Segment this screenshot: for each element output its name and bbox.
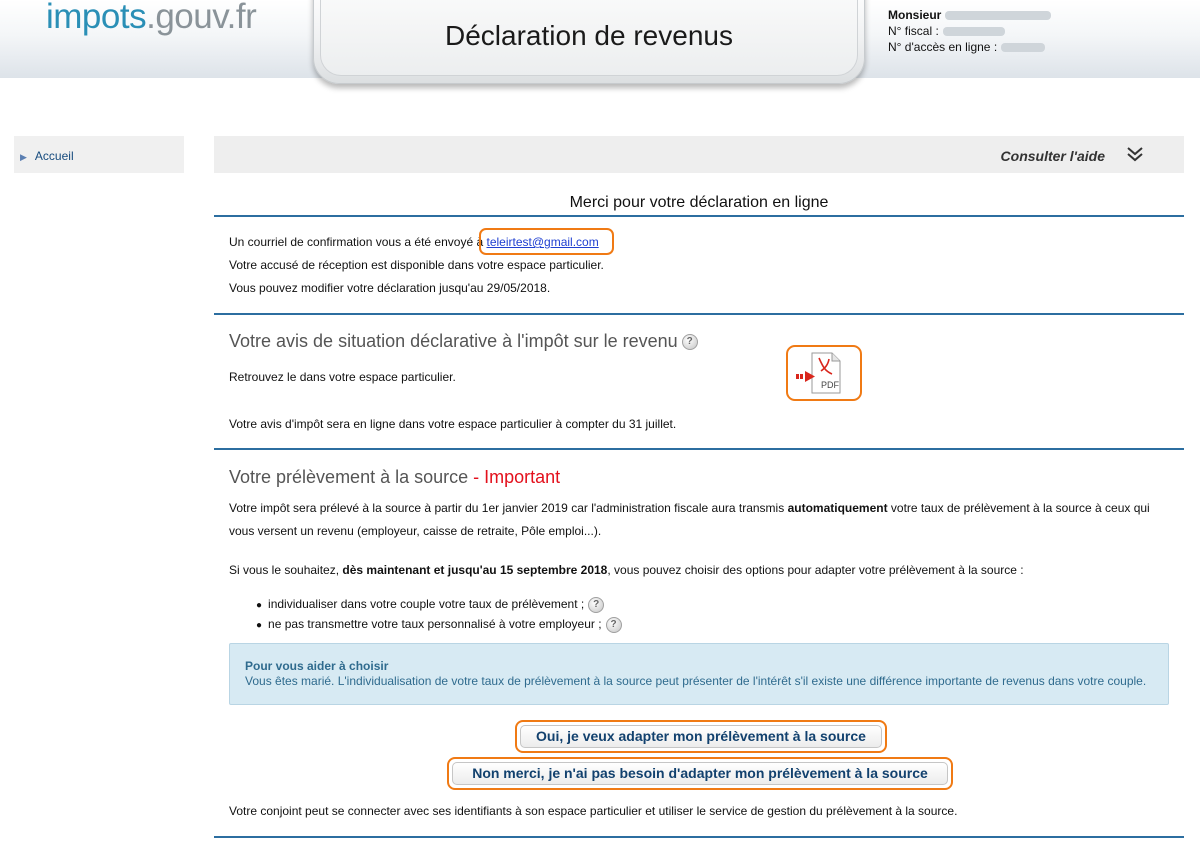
help-question-icon[interactable]: ? bbox=[588, 596, 605, 613]
user-civility: Monsieur bbox=[888, 8, 942, 22]
site-logo[interactable]: impots.gouv.fr bbox=[46, 0, 257, 37]
prelevement-intro-paragraph: Votre impôt sera prélevé à la source à p… bbox=[229, 501, 1150, 538]
section-divider bbox=[214, 836, 1184, 838]
spouse-info-text: Votre conjoint peut se connecter avec se… bbox=[229, 804, 958, 818]
list-item: ● individualiser dans votre couple votre … bbox=[256, 594, 622, 614]
user-info: Monsieur N° fiscal : N° d'accès en ligne… bbox=[888, 7, 1052, 55]
prelevement-section-title: Votre prélèvement à la source - Importan… bbox=[229, 467, 561, 487]
help-question-icon[interactable]: ? bbox=[681, 334, 698, 351]
receipt-line: Votre accusé de réception est disponible… bbox=[229, 258, 604, 272]
sidebar: ▶ Accueil bbox=[14, 136, 184, 173]
email-highlight bbox=[479, 228, 614, 255]
avis-section-title: Votre avis de situation déclarative à l'… bbox=[229, 331, 698, 352]
download-pdf-button[interactable]: PDF bbox=[786, 345, 862, 401]
options-list: ● individualiser dans votre couple votre … bbox=[256, 594, 622, 634]
modify-deadline-line: Vous pouvez modifier votre déclaration j… bbox=[229, 281, 551, 295]
access-number-label: N° d'accès en ligne : bbox=[888, 40, 998, 54]
page-title-tab: Déclaration de revenus bbox=[313, 0, 865, 84]
pdf-icon: PDF bbox=[796, 352, 841, 394]
info-box-text: Vous êtes marié. L'individualisation de … bbox=[245, 674, 1147, 688]
help-question-icon[interactable]: ? bbox=[605, 616, 622, 633]
help-bar: Consulter l'aide bbox=[214, 136, 1184, 173]
section-divider bbox=[214, 448, 1184, 450]
adapt-yes-highlight: Oui, je veux adapter mon prélèvement à l… bbox=[515, 720, 887, 753]
prelevement-options-paragraph: Si vous le souhaitez, dès maintenant et … bbox=[229, 563, 1024, 577]
user-name-redacted bbox=[945, 11, 1052, 21]
logo-text-main: impots bbox=[46, 0, 147, 36]
adapt-yes-button[interactable]: Oui, je veux adapter mon prélèvement à l… bbox=[520, 725, 882, 748]
info-box-title: Pour vous aider à choisir bbox=[245, 659, 389, 673]
info-box: Pour vous aider à choisir Vous êtes mari… bbox=[229, 643, 1169, 705]
section-divider bbox=[214, 313, 1184, 315]
pdf-icon-label: PDF bbox=[821, 380, 840, 390]
sidebar-item-label: Accueil bbox=[34, 149, 74, 163]
important-label: - Important bbox=[468, 467, 561, 487]
site-header: impots.gouv.fr Déclaration de revenus Mo… bbox=[0, 0, 1200, 84]
adapt-no-highlight: Non merci, je n'ai pas besoin d'adapter … bbox=[447, 757, 953, 790]
double-chevron-down-icon[interactable] bbox=[1124, 145, 1146, 163]
help-link[interactable]: Consulter l'aide bbox=[1001, 148, 1105, 164]
section-divider bbox=[214, 215, 1184, 217]
access-number-redacted bbox=[1001, 43, 1046, 53]
page-title: Déclaration de revenus bbox=[445, 20, 733, 51]
sidebar-item-accueil[interactable]: ▶ Accueil bbox=[20, 149, 74, 163]
adapt-no-button[interactable]: Non merci, je n'ai pas besoin d'adapter … bbox=[452, 762, 948, 785]
confirmation-title: Merci pour votre déclaration en ligne bbox=[569, 194, 829, 211]
fiscal-number-label: N° fiscal : bbox=[888, 24, 939, 38]
avis-online-date-text: Votre avis d'impôt sera en ligne dans vo… bbox=[229, 417, 677, 431]
logo-text-domain: .gouv.fr bbox=[146, 0, 257, 36]
avis-text: Retrouvez le dans votre espace particuli… bbox=[229, 370, 456, 384]
triangle-right-icon: ▶ bbox=[20, 152, 27, 162]
fiscal-number-redacted bbox=[942, 27, 1005, 37]
list-item: ● ne pas transmettre votre taux personnal… bbox=[256, 614, 622, 634]
